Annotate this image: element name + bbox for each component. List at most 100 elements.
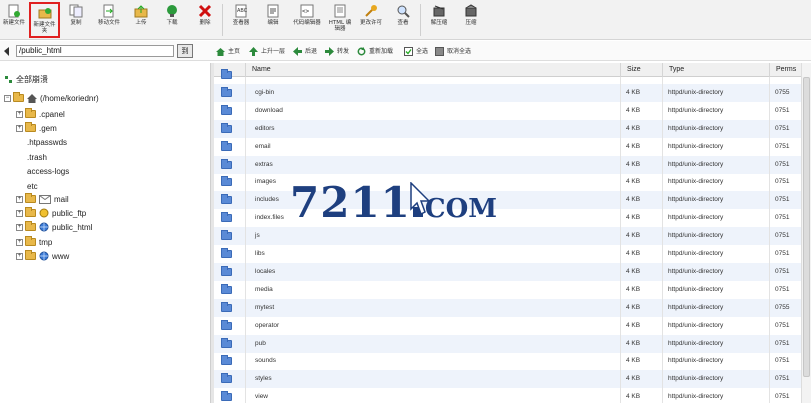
table-row[interactable]: styles 4 KB httpd/unix-directory 0751	[214, 370, 811, 389]
tree-item-www[interactable]: + www	[16, 250, 69, 262]
vertical-scrollbar[interactable]	[801, 63, 811, 403]
folder-icon	[221, 122, 232, 133]
tree-item-label: .gem	[39, 123, 57, 133]
up-level-button[interactable]: 上升一层	[249, 46, 285, 57]
forward-button[interactable]: 转发	[325, 46, 349, 57]
tree-item-public-ftp[interactable]: + public_ftp	[16, 207, 86, 219]
table-row[interactable]: view 4 KB httpd/unix-directory 0751	[214, 388, 811, 403]
cell-perms: 0751	[775, 160, 790, 168]
move-file-button[interactable]: 移动文件	[93, 2, 125, 38]
table-row[interactable]: pub 4 KB httpd/unix-directory 0751	[214, 334, 811, 353]
tree-item-tmp[interactable]: + tmp	[16, 236, 52, 248]
tree-item-cpanel[interactable]: + .cpanel	[16, 108, 65, 120]
go-button[interactable]: 到	[177, 44, 193, 58]
select-all-button[interactable]: 全选	[404, 46, 428, 57]
cell-size: 4 KB	[626, 357, 641, 365]
tree-root[interactable]: − (/home/koriednr)	[4, 92, 99, 104]
reload-icon	[357, 47, 366, 56]
delete-label: 删除	[199, 20, 211, 26]
compress-button[interactable]: 压缩	[458, 2, 484, 38]
expand-toggle[interactable]: +	[16, 110, 23, 118]
viewer-button[interactable]: ABC 查看器	[228, 2, 254, 38]
magnifier-icon	[397, 5, 410, 18]
expand-toggle[interactable]: +	[16, 209, 23, 217]
copy-button[interactable]: 复制	[64, 2, 88, 38]
tree-item-htpasswds[interactable]: .htpasswds	[27, 136, 67, 148]
table-row[interactable]: download 4 KB httpd/unix-directory 0751	[214, 102, 811, 120]
back-button[interactable]: 后退	[293, 46, 317, 57]
table-row[interactable]: cgi-bin 4 KB httpd/unix-directory 0755	[214, 83, 811, 102]
tree-item-trash[interactable]: .trash	[27, 151, 47, 163]
edit-button[interactable]: 编辑	[262, 2, 284, 38]
table-row[interactable]: js 4 KB httpd/unix-directory 0751	[214, 227, 811, 246]
table-row[interactable]: libs 4 KB httpd/unix-directory 0751	[214, 245, 811, 263]
tree-item-gem[interactable]: + .gem	[16, 122, 57, 134]
table-row[interactable]: mytest 4 KB httpd/unix-directory 0755	[214, 298, 811, 317]
folder-icon	[221, 69, 232, 79]
globe-icon	[39, 222, 49, 232]
html-editor-label: HTML 编辑器	[328, 20, 352, 32]
tree-item-public-html[interactable]: + public_html	[16, 221, 92, 233]
extract-button[interactable]: 解压缩	[426, 2, 452, 38]
cell-perms: 0751	[775, 375, 790, 383]
cell-type: httpd/unix-directory	[668, 214, 724, 222]
cell-size: 4 KB	[626, 124, 641, 132]
reload-button[interactable]: 重新加载	[357, 46, 393, 57]
table-row[interactable]: media 4 KB httpd/unix-directory 0751	[214, 281, 811, 299]
upload-button[interactable]: 上传	[130, 2, 152, 38]
cell-perms: 0751	[775, 250, 790, 257]
permissions-button[interactable]: 更改许可	[356, 2, 386, 38]
cell-perms: 0751	[775, 232, 790, 240]
table-row[interactable]: extras 4 KB httpd/unix-directory 0751	[214, 155, 811, 174]
table-row[interactable]: operator 4 KB httpd/unix-directory 0751	[214, 317, 811, 335]
table-row[interactable]: editors 4 KB httpd/unix-directory 0751	[214, 119, 811, 138]
expand-toggle[interactable]: +	[16, 195, 23, 203]
cell-name: media	[255, 285, 273, 293]
expand-toggle[interactable]: −	[4, 94, 11, 102]
table-row[interactable]: email 4 KB httpd/unix-directory 0751	[214, 138, 811, 156]
expand-toggle[interactable]: +	[16, 238, 23, 246]
new-file-button[interactable]: 新建文件	[1, 2, 27, 38]
folder-icon	[221, 104, 232, 115]
html-editor-icon	[334, 4, 346, 18]
column-divider	[245, 77, 246, 403]
delete-button[interactable]: 删除	[194, 2, 216, 38]
expand-toggle[interactable]: +	[16, 223, 23, 231]
new-folder-button[interactable]: 新建文件夹	[29, 2, 60, 38]
new-file-icon	[8, 4, 20, 18]
collapse-all-button[interactable]: 全部崩溃	[4, 73, 48, 85]
table-row[interactable]	[214, 66, 811, 84]
cell-perms: 0751	[775, 178, 790, 186]
cell-name: libs	[255, 250, 265, 257]
expand-toggle[interactable]: +	[16, 252, 23, 260]
new-folder-label: 新建文件夹	[33, 22, 56, 34]
cell-size: 4 KB	[626, 214, 641, 222]
mouse-cursor-icon	[410, 182, 430, 216]
home-button[interactable]: 主页	[216, 46, 240, 57]
tree-item-access-logs[interactable]: access-logs	[27, 165, 69, 177]
table-row[interactable]: sounds 4 KB httpd/unix-directory 0751	[214, 352, 811, 370]
cell-size: 4 KB	[626, 160, 641, 168]
code-editor-icon: <>	[300, 4, 314, 18]
tree-item-etc[interactable]: etc	[27, 180, 38, 192]
download-button[interactable]: 下载	[161, 2, 183, 38]
html-editor-button[interactable]: HTML 编辑器	[326, 2, 354, 38]
download-label: 下载	[166, 20, 178, 26]
path-bar: /public_html 到 主页 上升一层 后退 转发 重新加载 全选 取消全…	[0, 41, 811, 61]
code-editor-button[interactable]: <> 代码编辑器	[290, 2, 324, 38]
folder-icon	[221, 283, 232, 294]
cell-type: httpd/unix-directory	[668, 375, 724, 383]
scrollbar-thumb[interactable]	[803, 77, 810, 377]
folder-icon	[221, 391, 232, 402]
tree-item-mail[interactable]: + mail	[16, 193, 69, 205]
deselect-all-button[interactable]: 取消全选	[435, 46, 471, 57]
cell-perms: 0751	[775, 214, 790, 222]
cell-name: styles	[255, 375, 272, 383]
cell-size: 4 KB	[626, 285, 641, 293]
table-row[interactable]: locales 4 KB httpd/unix-directory 0751	[214, 262, 811, 281]
path-input[interactable]: /public_html	[16, 45, 174, 57]
tree-item-label: .htpasswds	[27, 137, 68, 147]
tree-item-label: public_ftp	[52, 208, 87, 218]
view-button[interactable]: 查看	[392, 2, 414, 38]
expand-toggle[interactable]: +	[16, 124, 23, 132]
